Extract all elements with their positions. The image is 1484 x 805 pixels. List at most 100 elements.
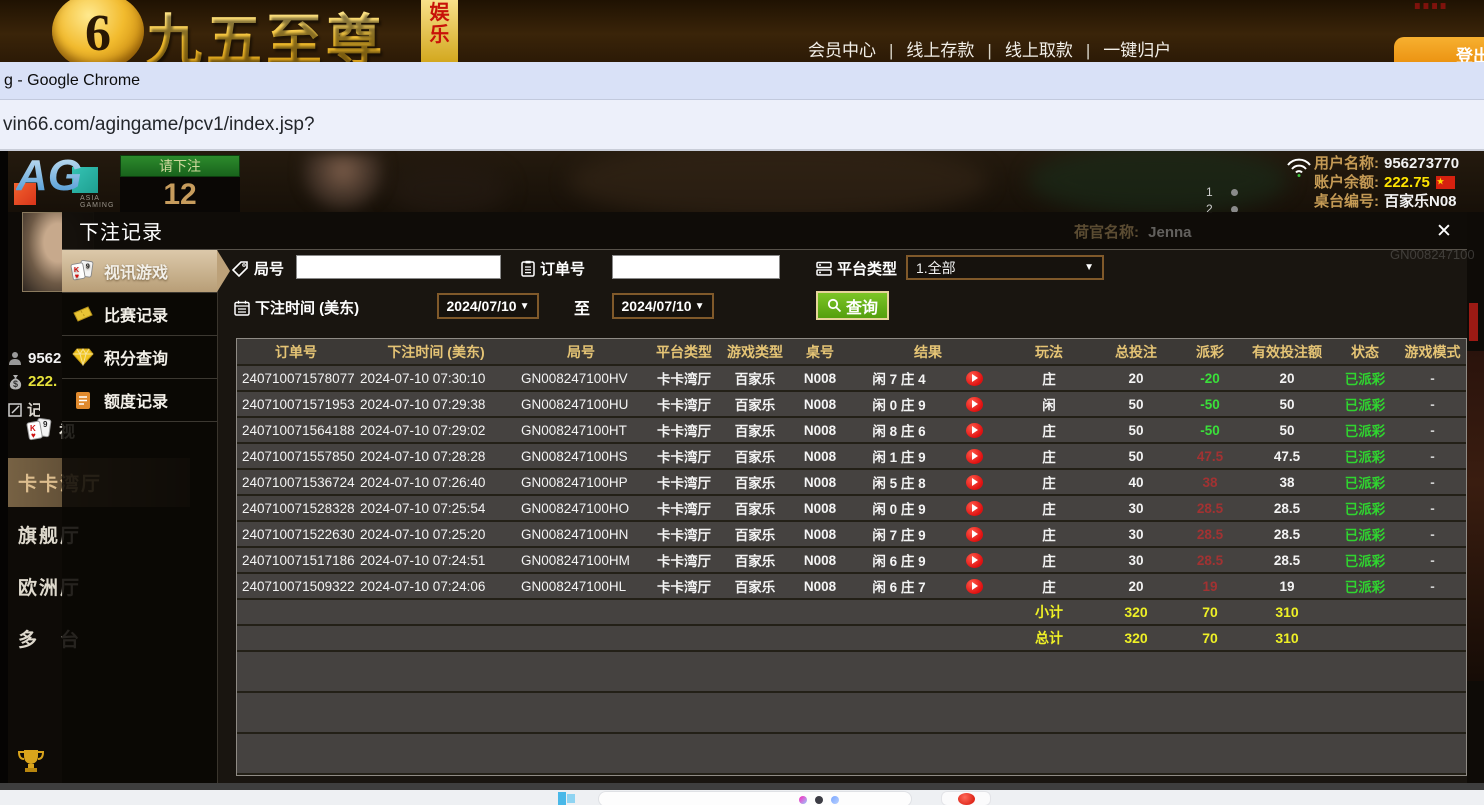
table-row: 2407100715283282024-07-10 07:25:54GN0082… <box>237 496 1466 522</box>
table-header: 订单号下注时间 (美东)局号平台类型游戏类型桌号结果玩法总投注派彩有效投注额状态… <box>237 339 1466 366</box>
site-logo-badge: 娱乐 <box>421 0 458 62</box>
play-icon[interactable] <box>966 501 983 516</box>
nav-member-center[interactable]: 会员中心 <box>808 36 876 61</box>
total-cell: 70 <box>1177 600 1243 624</box>
bet-prompt: 请下注 <box>120 155 240 177</box>
cell-pick: 闲 <box>1003 392 1095 416</box>
cell-pick: 庄 <box>1003 470 1095 494</box>
play-video-button[interactable] <box>945 496 1003 520</box>
play-video-button[interactable] <box>945 392 1003 416</box>
cell-time: 2024-07-10 07:29:38 <box>355 392 517 416</box>
play-icon[interactable] <box>966 579 983 594</box>
nav-one-key-transfer[interactable]: 一键归户 <box>1073 36 1171 61</box>
cell-result: 闲 1 庄 9 <box>853 444 945 468</box>
play-icon[interactable] <box>966 371 983 386</box>
cell-table_no: N008 <box>787 392 853 416</box>
close-icon[interactable]: ✕ <box>1433 220 1455 242</box>
cell-valid: 20 <box>1243 366 1331 390</box>
date-to-picker[interactable]: 2024/07/10▼ <box>612 293 714 319</box>
modal-title: 下注记录 <box>79 216 163 245</box>
column-header: 游戏模式 <box>1399 339 1466 364</box>
table-row: 2407100715367242024-07-10 07:26:40GN0082… <box>237 470 1466 496</box>
dealer-video <box>300 153 386 212</box>
cell-bet: 50 <box>1095 392 1177 416</box>
play-video-button[interactable] <box>945 418 1003 442</box>
order-input[interactable] <box>612 255 780 279</box>
play-video-button[interactable] <box>945 574 1003 598</box>
table-row: 2407100715641882024-07-10 07:29:02GN0082… <box>237 418 1466 444</box>
cell-order: 240710071578077 <box>237 366 355 390</box>
dealer-name-dim: 荷官名称: Jenna <box>1074 221 1192 242</box>
cell-mode: - <box>1399 496 1466 520</box>
site-banner: 6 九五至尊 娱乐 会员中心 线上存款 线上取款 一键归户 登出 ▮▮▮▮ <box>0 0 1484 62</box>
play-icon[interactable] <box>966 449 983 464</box>
user-info-panel: 用户名称:956273770 账户余额:222.75 桌台编号:百家乐N08 <box>1314 154 1459 211</box>
cell-platform: 卡卡湾厅 <box>645 418 723 442</box>
cell-status: 已派彩 <box>1331 548 1399 572</box>
play-icon[interactable] <box>966 553 983 568</box>
edit-icon <box>8 403 22 417</box>
column-header: 订单号 <box>237 339 355 364</box>
play-video-button[interactable] <box>945 522 1003 546</box>
cell-pick: 庄 <box>1003 522 1095 546</box>
records-table: 订单号下注时间 (美东)局号平台类型游戏类型桌号结果玩法总投注派彩有效投注额状态… <box>236 338 1467 776</box>
play-icon[interactable] <box>966 397 983 412</box>
cell-status: 已派彩 <box>1331 574 1399 598</box>
column-header: 平台类型 <box>645 339 723 364</box>
round-input[interactable] <box>296 255 501 279</box>
taskbar-app-icon[interactable] <box>558 792 575 805</box>
gem-icon <box>70 348 96 366</box>
table-row: 2407100715171862024-07-10 07:24:51GN0082… <box>237 548 1466 574</box>
nav-deposit[interactable]: 线上存款 <box>876 36 974 61</box>
cell-round: GN008247100HO <box>517 496 645 520</box>
cell-bet: 30 <box>1095 548 1177 572</box>
cell-bet: 40 <box>1095 470 1177 494</box>
play-video-button[interactable] <box>945 444 1003 468</box>
platform-select[interactable]: 1.全部▼ <box>906 255 1104 280</box>
bet-countdown: 请下注 12 <box>120 155 240 212</box>
right-edge-background <box>1466 351 1484 681</box>
date-from-picker[interactable]: 2024/07/10▼ <box>437 293 539 319</box>
taskbar-search-box[interactable] <box>598 791 912 805</box>
logout-button[interactable]: 登出 <box>1394 37 1484 62</box>
play-icon[interactable] <box>966 475 983 490</box>
total-cell: 总计 <box>1003 626 1095 650</box>
play-video-button[interactable] <box>945 366 1003 390</box>
column-header: 有效投注额 <box>1243 339 1331 364</box>
cell-platform: 卡卡湾厅 <box>645 496 723 520</box>
tab-quota-records[interactable]: 额度记录 <box>62 379 217 422</box>
cell-payout: -20 <box>1177 366 1243 390</box>
play-video-button[interactable] <box>945 470 1003 494</box>
cell-bet: 50 <box>1095 444 1177 468</box>
cell-time: 2024-07-10 07:30:10 <box>355 366 517 390</box>
screen: 6 九五至尊 娱乐 会员中心 线上存款 线上取款 一键归户 登出 ▮▮▮▮ g … <box>0 0 1484 805</box>
site-logo-text: 九五至尊 <box>146 0 386 62</box>
taskbar-browser-icon[interactable] <box>941 791 991 805</box>
tab-match-records[interactable]: 比赛记录 <box>62 293 217 336</box>
nav-withdraw[interactable]: 线上取款 <box>974 36 1072 61</box>
play-icon[interactable] <box>966 527 983 542</box>
cell-platform: 卡卡湾厅 <box>645 522 723 546</box>
cell-status: 已派彩 <box>1331 522 1399 546</box>
cell-game: 百家乐 <box>723 548 787 572</box>
column-header: 结果 <box>853 339 1003 364</box>
chrome-urlbar[interactable]: vin66.com/agingame/pcv1/index.jsp? <box>0 100 1484 151</box>
play-video-button[interactable] <box>945 548 1003 572</box>
svg-text:$: $ <box>13 379 18 389</box>
clipboard-icon <box>521 260 535 277</box>
game-page: AG ASIA GAMING 请下注 12 1 2 用户名称:956273770… <box>0 151 1484 783</box>
cell-result: 闲 7 庄 9 <box>853 522 945 546</box>
table-row: 2407100715226302024-07-10 07:25:20GN0082… <box>237 522 1466 548</box>
cell-mode: - <box>1399 366 1466 390</box>
cell-round: GN008247100HV <box>517 366 645 390</box>
tab-points-query[interactable]: 积分查询 <box>62 336 217 379</box>
svg-text:♥: ♥ <box>75 271 79 280</box>
cell-platform: 卡卡湾厅 <box>645 366 723 390</box>
cell-mode: - <box>1399 574 1466 598</box>
search-button[interactable]: 查询 <box>816 291 889 320</box>
game-topstrip: AG ASIA GAMING 请下注 12 1 2 用户名称:956273770… <box>8 151 1484 212</box>
cell-round: GN008247100HL <box>517 574 645 598</box>
table-row: 2407100715093222024-07-10 07:24:06GN0082… <box>237 574 1466 600</box>
play-icon[interactable] <box>966 423 983 438</box>
tab-video-games[interactable]: 9K♥ 视讯游戏 <box>62 250 217 293</box>
